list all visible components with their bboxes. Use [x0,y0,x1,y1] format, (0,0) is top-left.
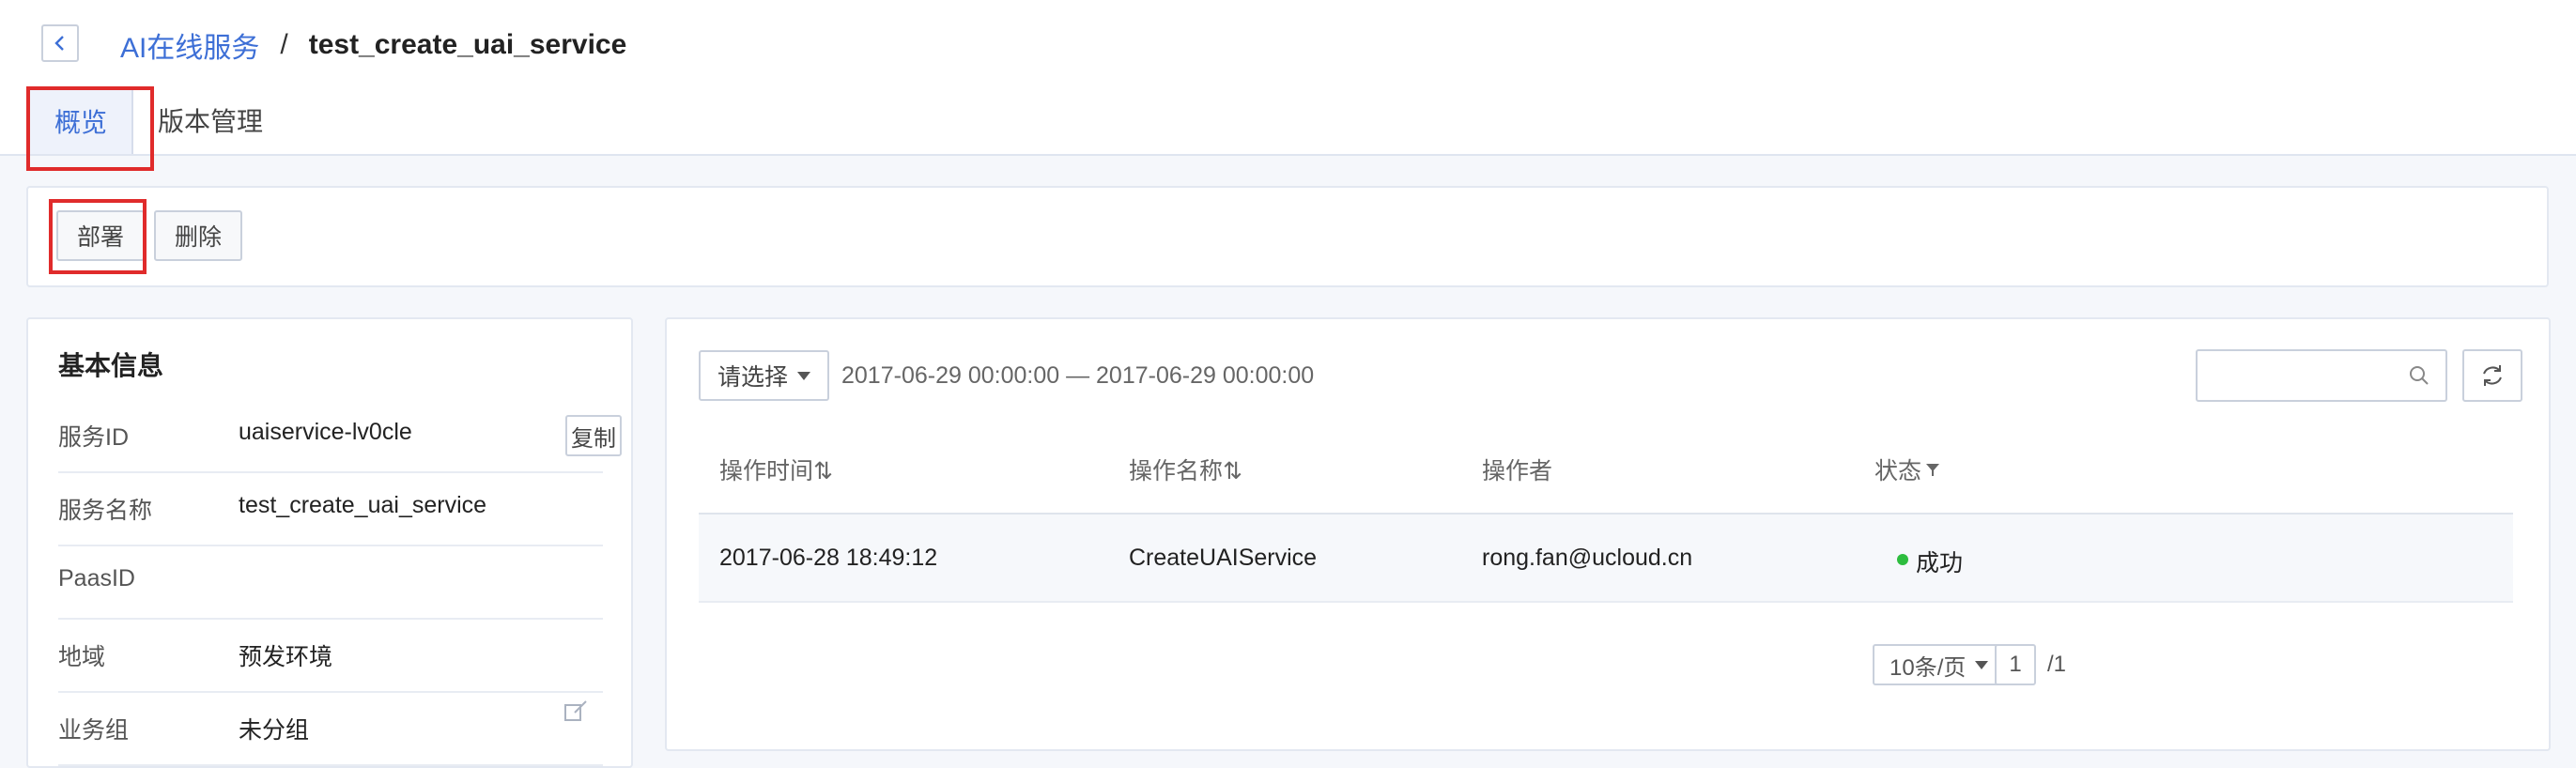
column-header-status-label: 状态 [1874,458,1922,484]
tab-bar: 概览 版本管理 [28,86,287,154]
filter-select-label: 请选择 [717,364,789,391]
info-label: 业务组 [58,717,130,744]
copy-button[interactable]: 复制 [565,415,622,456]
operation-log-panel: 请选择 2017-06-29 00:00:00 — 2017-06-29 00:… [665,317,2551,751]
cell-operator: rong.fan@ucloud.cn [1482,545,1693,571]
refresh-icon [2483,365,2502,386]
page-size-select[interactable]: 10条/页 [1873,644,2006,685]
refresh-button[interactable] [2462,349,2522,402]
page-size-label: 10条/页 [1890,654,1967,681]
info-value: uaiservice-lv0cle [239,419,412,445]
table-row: 2017-06-28 18:49:12 CreateUAIService ron… [699,515,2513,603]
caret-down-icon [1975,660,1989,669]
info-label: 地域 [58,644,106,670]
caret-down-icon [797,371,811,380]
info-row-service-name: 服务名称 test_create_uai_service [58,473,603,546]
basic-info-title: 基本信息 [58,351,164,380]
delete-button[interactable]: 删除 [154,210,243,261]
action-toolbar: 部署 删除 [26,186,2549,287]
date-range-picker[interactable]: 2017-06-29 00:00:00 — 2017-06-29 00:00:0… [841,362,1314,390]
page-number-input[interactable]: 1 [1995,644,2036,685]
filter-select[interactable]: 请选择 [699,350,830,401]
edit-icon[interactable] [563,699,588,724]
breadcrumb-current: test_create_uai_service [308,29,627,60]
info-value: test_create_uai_service [239,492,487,518]
deploy-button[interactable]: 部署 [56,210,146,261]
info-row-region: 地域 预发环境 [58,620,603,693]
info-row-service-id: 服务ID uaiservice-lv0cle [58,400,603,473]
back-arrow-icon [54,36,64,51]
cell-status: 成功 [1916,550,1964,576]
cell-name: CreateUAIService [1129,545,1318,571]
info-row-paas-id: PaasID [58,546,603,620]
column-header-status[interactable]: 状态 [1874,453,1940,486]
cell-time: 2017-06-28 18:49:12 [719,545,938,571]
column-header-operator: 操作者 [1482,458,1553,484]
page-total: /1 [2047,652,2067,677]
tab-version-management[interactable]: 版本管理 [133,86,287,154]
search-icon [2410,366,2429,385]
column-header-name[interactable]: 操作名称⇅ [1129,453,1242,486]
basic-info-panel: 基本信息 服务ID uaiservice-lv0cle 服务名称 test_cr… [26,317,633,768]
info-label: 服务ID [58,424,130,451]
back-button[interactable] [41,24,79,62]
search-input[interactable] [2196,349,2447,402]
info-value: 未分组 [239,717,310,744]
status-success-dot [1897,554,1908,565]
breadcrumb: AI在线服务 / test_create_uai_service [120,26,626,64]
filter-icon[interactable] [1925,462,1940,477]
info-value: 预发环境 [239,644,333,670]
tab-overview[interactable]: 概览 [28,86,134,154]
breadcrumb-separator: / [280,29,288,60]
page-header: AI在线服务 / test_create_uai_service 概览 版本管理 [0,0,2576,156]
column-header-time[interactable]: 操作时间⇅ [719,453,833,486]
breadcrumb-parent-link[interactable]: AI在线服务 [120,24,259,66]
info-label: PaasID [58,565,135,591]
info-row-business-group: 业务组 未分组 [58,693,603,766]
info-label: 服务名称 [58,498,153,524]
